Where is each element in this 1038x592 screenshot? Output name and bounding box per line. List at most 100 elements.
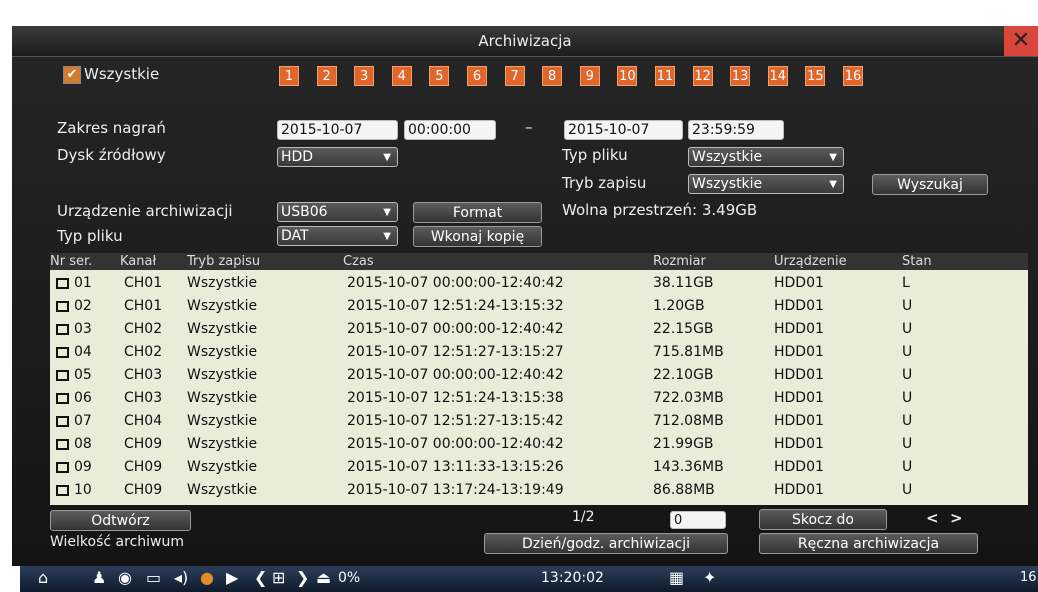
checkbox-icon[interactable] (56, 392, 69, 404)
end-time-field[interactable]: 23:59:59 (688, 120, 784, 140)
table-row[interactable]: 01 CH01 Wszystkie 2015-10-07 00:00:00-12:40… (50, 273, 1028, 294)
table-cell: U (902, 321, 913, 337)
table-cell: HDD01 (774, 344, 824, 360)
home-icon[interactable]: ⌂ (38, 568, 48, 587)
row-select[interactable]: 04 (56, 344, 92, 360)
pin-icon[interactable]: ✦ (703, 568, 716, 587)
channel-button[interactable]: 3 (354, 66, 375, 86)
prev-layout-icon[interactable]: ❮ (254, 568, 267, 587)
channel-button[interactable]: 15 (805, 66, 826, 86)
table-row[interactable]: 05 CH03 Wszystkie 2015-10-07 00:00:00-12:40… (50, 365, 1028, 386)
next-page-button[interactable]: > (950, 509, 963, 527)
file-type-dropdown[interactable]: Wszystkie ▼ (688, 147, 844, 167)
table-cell: HDD01 (774, 390, 824, 406)
start-time-field[interactable]: 00:00:00 (404, 120, 496, 140)
format-button[interactable]: Format (413, 202, 542, 223)
row-select[interactable]: 02 (56, 298, 92, 314)
channel-button[interactable]: 14 (767, 66, 788, 86)
source-disk-dropdown[interactable]: HDD ▼ (277, 147, 398, 167)
table-row[interactable]: 07 CH04 Wszystkie 2015-10-07 12:51:27-13:15… (50, 411, 1028, 432)
table-row[interactable]: 06 CH03 Wszystkie 2015-10-07 12:51:24-13:15… (50, 388, 1028, 409)
channel-button[interactable]: 5 (429, 66, 450, 86)
table-cell: U (902, 482, 913, 498)
checkbox-icon[interactable] (56, 484, 69, 496)
checkbox-icon[interactable] (56, 346, 69, 358)
checkbox-icon[interactable] (56, 277, 69, 289)
channel-button[interactable]: 12 (692, 66, 713, 86)
qr-icon[interactable]: ▦ (669, 568, 684, 587)
all-channels-checkbox[interactable]: ✔ (63, 66, 81, 84)
table-row[interactable]: 09 CH09 Wszystkie 2015-10-07 13:11:33-13:15… (50, 457, 1028, 478)
channel-button[interactable]: 10 (617, 66, 638, 86)
copy-button[interactable]: Wkonaj kopię (413, 226, 542, 247)
channel-button[interactable]: 16 (843, 66, 863, 86)
channel-button[interactable]: 1 (279, 66, 299, 86)
device-dropdown[interactable]: USB06 ▼ (277, 202, 398, 222)
chevron-down-icon: ▼ (383, 231, 391, 242)
user-icon[interactable]: ♟ (92, 568, 106, 587)
col-channel: Kanał (120, 254, 157, 269)
table-row[interactable]: 10 CH09 Wszystkie 2015-10-07 13:17:24-13:19… (50, 480, 1028, 501)
row-serial: 01 (74, 275, 92, 291)
table-row[interactable]: 04 CH02 Wszystkie 2015-10-07 12:51:27-13:15… (50, 342, 1028, 363)
table-row[interactable]: 02 CH01 Wszystkie 2015-10-07 12:51:24-13:15… (50, 296, 1028, 317)
channel-button[interactable]: 13 (730, 66, 751, 86)
table-cell: 86.88MB (653, 482, 715, 498)
checkbox-icon[interactable] (56, 461, 69, 473)
col-time: Czas (343, 254, 374, 269)
next-layout-icon[interactable]: ❯ (296, 568, 309, 587)
close-button[interactable]: ✕ (1004, 26, 1038, 56)
prev-page-button[interactable]: < (926, 509, 939, 527)
row-select[interactable]: 10 (56, 482, 92, 498)
end-date-field[interactable]: 2015-10-07 (564, 120, 683, 140)
row-select[interactable]: 08 (56, 436, 92, 452)
channel-button[interactable]: 7 (504, 66, 525, 86)
channel-button[interactable]: 4 (391, 66, 412, 86)
date-archive-button[interactable]: Dzień/godz. archiwizacji (484, 533, 728, 554)
table-header: Nr ser. Kanał Tryb zapisu Czas Rozmiar U… (50, 253, 1028, 270)
table-cell: 2015-10-07 00:00:00-12:40:42 (347, 367, 564, 383)
table-row[interactable]: 08 CH09 Wszystkie 2015-10-07 00:00:00-12:40… (50, 434, 1028, 455)
table-cell: Wszystkie (187, 367, 258, 383)
row-select[interactable]: 07 (56, 413, 92, 429)
manual-archive-button[interactable]: Ręczna archiwizacja (759, 533, 978, 554)
grid-icon[interactable]: ⊞ (272, 568, 285, 587)
start-date-field[interactable]: 2015-10-07 (277, 120, 398, 140)
play-button[interactable]: Odtwórz (50, 510, 191, 531)
row-select[interactable]: 03 (56, 321, 92, 337)
row-select[interactable]: 06 (56, 390, 92, 406)
checkbox-icon[interactable] (56, 438, 69, 450)
checkbox-icon[interactable] (56, 415, 69, 427)
row-select[interactable]: 09 (56, 459, 92, 475)
channel-button[interactable]: 11 (655, 66, 675, 86)
checkbox-icon[interactable] (56, 369, 69, 381)
channel-button[interactable]: 8 (542, 66, 563, 86)
table-cell: Wszystkie (187, 275, 258, 291)
output-type-dropdown[interactable]: DAT ▼ (277, 226, 398, 246)
dialog-title: Archiwizacja (478, 32, 572, 50)
playback-icon[interactable]: ▶ (226, 568, 238, 587)
col-status: Stan (902, 254, 932, 269)
all-channels-label: Wszystkie (84, 65, 160, 83)
row-select[interactable]: 01 (56, 275, 92, 291)
checkbox-icon[interactable] (56, 300, 69, 312)
table-row[interactable]: 03 CH02 Wszystkie 2015-10-07 00:00:00-12:40… (50, 319, 1028, 340)
search-button[interactable]: Wyszukaj (872, 174, 988, 195)
row-select[interactable]: 05 (56, 367, 92, 383)
table-cell: 2015-10-07 12:51:27-13:15:27 (347, 344, 564, 360)
row-serial: 05 (74, 367, 92, 383)
volume-icon[interactable]: ◂) (174, 568, 188, 587)
row-serial: 06 (74, 390, 92, 406)
page-input[interactable]: 0 (670, 511, 726, 529)
jump-button[interactable]: Skocz do (759, 509, 887, 530)
channel-button[interactable]: 6 (467, 66, 487, 86)
camera-icon[interactable]: ◉ (118, 568, 132, 587)
checkbox-icon[interactable] (56, 323, 69, 335)
alarm-icon[interactable]: ● (200, 568, 214, 587)
record-mode-dropdown[interactable]: Wszystkie ▼ (688, 174, 844, 194)
channel-button[interactable]: 2 (316, 66, 337, 86)
row-serial: 03 (74, 321, 92, 337)
screen-icon[interactable]: ▭ (146, 568, 161, 587)
file-type-value: Wszystkie (692, 149, 763, 165)
channel-button[interactable]: 9 (579, 66, 600, 86)
